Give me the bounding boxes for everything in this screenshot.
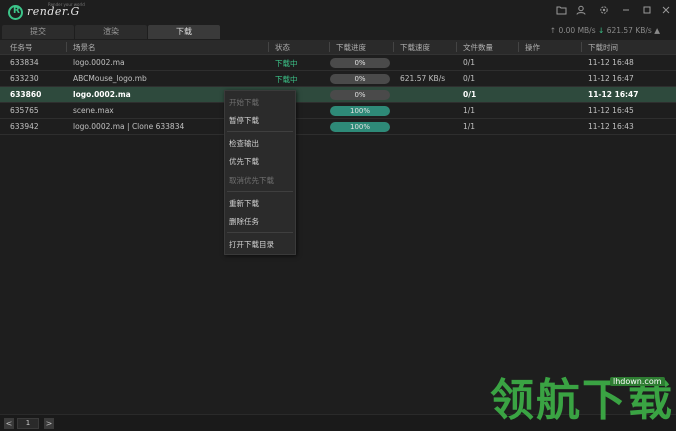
upload-speed: 0.00 MB/s [558, 26, 596, 35]
progress-bar: 0% [330, 74, 390, 84]
scene-name-cell: logo.0002.ma [73, 58, 125, 67]
col-progress[interactable]: 下载进度 [336, 42, 366, 53]
progress-bar: 0% [330, 58, 390, 68]
prev-page-button[interactable]: < [4, 418, 14, 429]
user-icon[interactable] [575, 5, 587, 17]
page-number[interactable]: 1 [17, 418, 39, 429]
restore-icon[interactable] [641, 5, 653, 17]
file-count-cell: 1/1 [463, 122, 476, 131]
col-speed[interactable]: 下载速度 [400, 42, 430, 53]
progress-label: 100% [349, 107, 370, 115]
task-id-cell: 633860 [10, 90, 42, 99]
progress-bar: 0% [330, 90, 390, 100]
tab-submit[interactable]: 提交 [2, 25, 74, 39]
close-icon[interactable] [660, 5, 672, 17]
col-download-time[interactable]: 下载时间 [588, 42, 618, 53]
progress-label: 100% [349, 123, 370, 131]
menu-priority-download[interactable]: 优先下载 [229, 156, 259, 167]
upload-arrow-icon: ↑ [549, 26, 557, 35]
table-row[interactable]: 633860 logo.0002.ma 0% 0/1 11-12 16:47 [0, 87, 676, 103]
download-time-cell: 11-12 16:43 [588, 122, 634, 131]
tab-render[interactable]: 渲染 [75, 25, 147, 39]
menu-check-output[interactable]: 检查输出 [229, 138, 259, 149]
col-task-id[interactable]: 任务号 [10, 42, 33, 53]
scene-name-cell: logo.0002.ma | Clone 633834 [73, 122, 185, 131]
download-time-cell: 11-12 16:47 [588, 74, 634, 83]
progress-label: 0% [354, 91, 366, 99]
app-logo-icon: R [8, 5, 23, 20]
download-time-cell: 11-12 16:47 [588, 90, 639, 99]
progress-bar: 100% [330, 122, 390, 132]
table-row[interactable]: 633942 logo.0002.ma | Clone 633834 100% 1/1… [0, 119, 676, 135]
task-id-cell: 633942 [10, 122, 39, 131]
menu-open-download-dir[interactable]: 打开下载目录 [229, 239, 274, 250]
app-subtitle: Render your world [48, 2, 85, 7]
tab-download[interactable]: 下载 [148, 25, 220, 39]
table-row[interactable]: 635765 scene.max 100% 1/1 11-12 16:45 [0, 103, 676, 119]
scene-name-cell: scene.max [73, 106, 114, 115]
scene-name-cell: ABCMouse_logo.mb [73, 74, 147, 83]
speed-cell: 621.57 KB/s [400, 74, 446, 83]
menu-cancel-priority: 取消优先下载 [229, 176, 274, 185]
status-cell: 下载中 [275, 75, 298, 84]
download-arrow-icon: ↓ [598, 26, 605, 35]
file-count-cell: 0/1 [463, 74, 476, 83]
download-time-cell: 11-12 16:45 [588, 106, 634, 115]
progress-label: 0% [354, 75, 366, 83]
table-row[interactable]: 633230 ABCMouse_logo.mb 下载中 0% 621.57 KB/s 0/… [0, 71, 676, 87]
task-id-cell: 633834 [10, 58, 39, 67]
next-page-button[interactable]: > [44, 418, 54, 429]
watermark-url: lhdown.com [610, 377, 665, 386]
menu-delete-task[interactable]: 删除任务 [229, 216, 259, 227]
folder-icon[interactable] [555, 5, 567, 17]
file-count-cell: 1/1 [463, 106, 476, 115]
minimize-icon[interactable] [620, 5, 632, 17]
task-id-cell: 633230 [10, 74, 39, 83]
col-scene-name[interactable]: 场景名 [73, 42, 96, 53]
table-header: 任务号 场景名 状态 下载进度 下载速度 文件数量 操作 下载时间 [0, 40, 676, 55]
context-menu: 开始下载 暂停下载 检查输出 优先下载 取消优先下载 重新下载 删除任务 打开下… [224, 90, 296, 255]
file-count-cell: 0/1 [463, 90, 477, 99]
file-count-cell: 0/1 [463, 58, 476, 67]
status-cell: 下载中 [275, 59, 298, 68]
settings-icon[interactable] [598, 5, 610, 17]
scene-name-cell: logo.0002.ma [73, 90, 131, 99]
title-bar: R render.G Render your world [0, 0, 676, 24]
table-row[interactable]: 633834 logo.0002.ma 下载中 0% 0/1 11-12 16:48 [0, 55, 676, 71]
progress-bar: 100% [330, 106, 390, 116]
download-time-cell: 11-12 16:48 [588, 58, 634, 67]
bell-icon[interactable]: ▲ [654, 26, 660, 35]
download-speed: 621.57 KB/s [606, 26, 652, 35]
task-id-cell: 635765 [10, 106, 39, 115]
menu-start-download: 开始下载 [229, 98, 259, 107]
col-actions[interactable]: 操作 [525, 42, 540, 53]
col-status[interactable]: 状态 [275, 42, 290, 53]
menu-redownload[interactable]: 重新下载 [229, 198, 259, 209]
col-file-count[interactable]: 文件数量 [463, 42, 493, 53]
menu-pause-download[interactable]: 暂停下载 [229, 115, 259, 126]
progress-label: 0% [354, 59, 366, 67]
transfer-speed: ↑ 0.00 MB/s ↓ 621.57 KB/s ▲ [550, 26, 660, 35]
